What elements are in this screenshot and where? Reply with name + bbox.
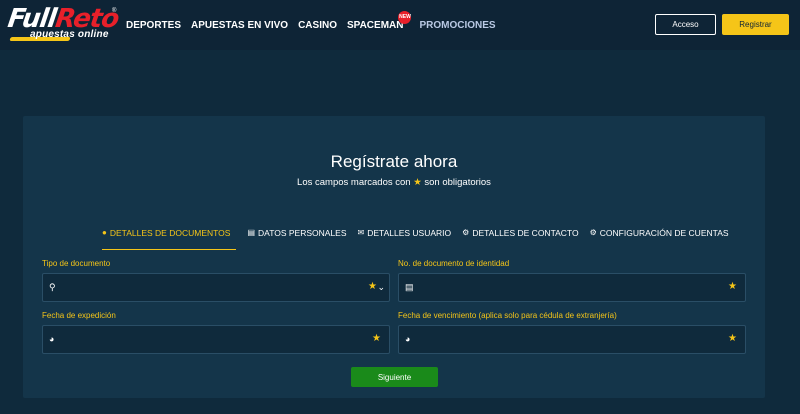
nav-spaceman[interactable]: SPACEMAN NEW (346, 10, 412, 31)
nav-deportes[interactable]: DEPORTES (126, 20, 181, 31)
nav-casino[interactable]: CASINO (298, 20, 337, 31)
gear-icon: ⚙ (462, 228, 470, 237)
issue-date-field[interactable]: ◕ ★ (42, 325, 390, 354)
doc-type-select[interactable]: ⚲ ★ ⌄ (42, 273, 390, 302)
required-note-prefix: Los campos marcados con (297, 177, 411, 188)
nav-promociones[interactable]: PROMOCIONES (419, 20, 495, 31)
tab-detalles-usuario[interactable]: ✉ DETALLES USUARIO (358, 220, 452, 250)
required-star-icon: ★ (372, 333, 381, 344)
doc-type-label: Tipo de documento (42, 259, 111, 268)
tab-label: DATOS PERSONALES (258, 228, 347, 238)
new-badge: NEW (398, 10, 412, 24)
registration-tabs: ● DETALLES DE DOCUMENTOS ▤ DATOS PERSONA… (102, 220, 740, 250)
login-button[interactable]: Acceso (655, 14, 716, 35)
gear-icon: ⚙ (589, 228, 597, 237)
doc-number-field[interactable]: ▤ ★ (398, 273, 746, 302)
next-button[interactable]: Siguiente (351, 367, 438, 387)
tab-configuracion-cuentas[interactable]: ⚙ CONFIGURACIÓN DE CUENTAS (590, 220, 729, 250)
fullreto-logo[interactable]: FullReto ® apuestas online (6, 4, 120, 44)
tab-detalles-documentos[interactable]: ● DETALLES DE DOCUMENTOS (102, 220, 237, 250)
id-card-icon: ▤ (247, 228, 256, 237)
tab-label: CONFIGURACIÓN DE CUENTAS (599, 228, 729, 238)
id-badge-icon: ⚲ (49, 282, 56, 292)
required-star-icon: ★ (728, 281, 737, 292)
id-card-icon: ▤ (405, 282, 414, 292)
nav-apuestas-en-vivo[interactable]: APUESTAS EN VIVO (191, 20, 288, 31)
chevron-down-icon: ⌄ (377, 282, 385, 292)
top-header: FullReto ® apuestas online DEPORTES APUE… (0, 0, 800, 50)
required-star-icon: ★ (368, 281, 377, 292)
tab-label: DETALLES DE CONTACTO (472, 228, 579, 238)
registered-mark: ® (112, 8, 117, 14)
star-icon: ★ (413, 177, 422, 188)
tab-detalles-contacto[interactable]: ⚙ DETALLES DE CONTACTO (462, 220, 578, 250)
required-note-suffix: son obligatorios (424, 177, 491, 188)
expiry-date-field[interactable]: ◕ ★ (398, 325, 746, 354)
tab-label: DETALLES USUARIO (367, 228, 452, 238)
logo-tagline: apuestas online (30, 29, 109, 40)
issue-date-label: Fecha de expedición (42, 311, 116, 320)
required-note: Los campos marcados con ★ son obligatori… (23, 177, 765, 188)
clock-icon: ◕ (49, 334, 55, 344)
tab-label: DETALLES DE DOCUMENTOS (109, 228, 231, 238)
registration-card: Regístrate ahora Los campos marcados con… (23, 116, 765, 398)
tab-datos-personales[interactable]: ▤ DATOS PERSONALES (247, 220, 346, 250)
register-button[interactable]: Registrar (722, 14, 789, 35)
nav-spaceman-label: SPACEMAN (346, 19, 404, 31)
user-icon: ● (102, 228, 107, 237)
expiry-date-label: Fecha de vencimiento (aplica solo para c… (398, 311, 617, 320)
main-nav: DEPORTES APUESTAS EN VIVO CASINO SPACEMA… (126, 0, 506, 50)
envelope-icon: ✉ (357, 228, 365, 237)
doc-number-label: No. de documento de identidad (398, 259, 510, 268)
page-title: Regístrate ahora (330, 152, 458, 171)
required-star-icon: ★ (728, 333, 737, 344)
clock-icon: ◕ (405, 334, 411, 344)
